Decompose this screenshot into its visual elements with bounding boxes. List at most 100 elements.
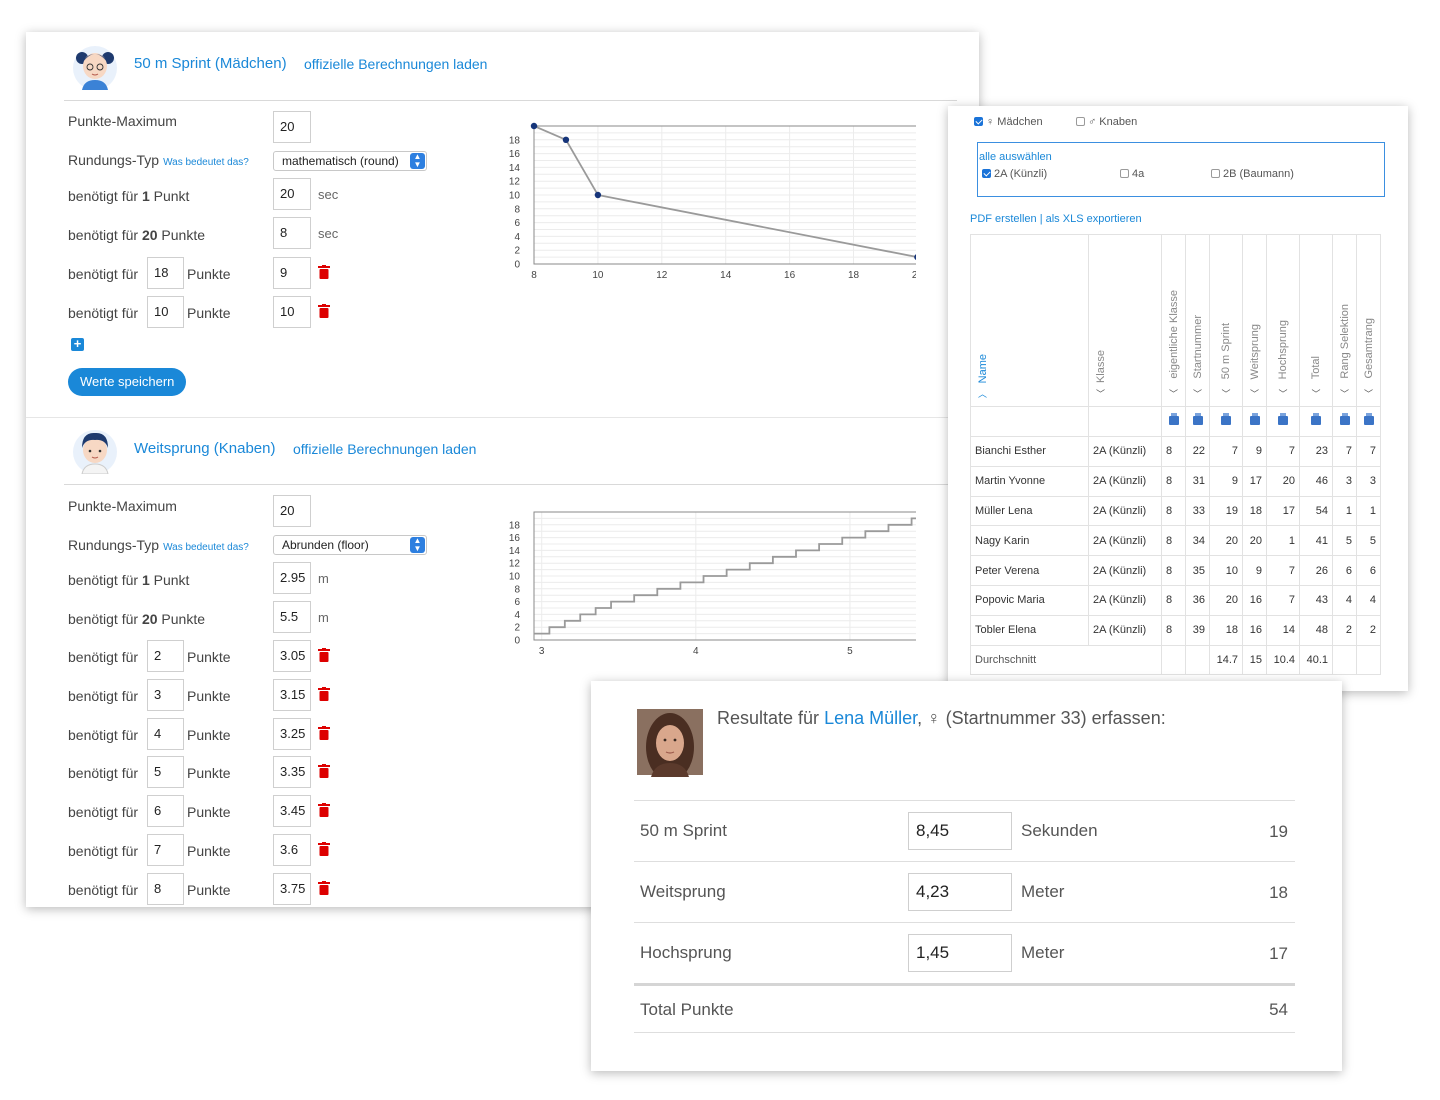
class-option[interactable]: 2A (Künzli): [982, 168, 1047, 180]
print-icon[interactable]: [1168, 412, 1179, 425]
series-line: [534, 517, 916, 635]
print-icon[interactable]: [1339, 412, 1350, 425]
sort-down-icon[interactable]: ﹀: [1162, 387, 1185, 400]
print-icon[interactable]: [1278, 412, 1288, 425]
points-input[interactable]: 3: [147, 678, 184, 711]
sort-down-icon[interactable]: ﹀: [1210, 387, 1242, 400]
trash-icon[interactable]: [318, 803, 330, 818]
value-input[interactable]: 3.25: [273, 717, 311, 750]
table-cell: 17: [1266, 495, 1300, 527]
sprint-section-title[interactable]: 50 m Sprint (Mädchen): [134, 55, 287, 72]
table-row[interactable]: Peter Verena 2A (Künzli) 8 35 10 9 7 26 6 6: [970, 555, 1381, 586]
points-input[interactable]: 2: [147, 640, 184, 672]
link-separator: |: [1039, 213, 1043, 225]
pdf-export-link[interactable]: PDF erstellen: [970, 213, 1037, 225]
checkbox-icon[interactable]: [1211, 169, 1220, 178]
points-input[interactable]: 5: [147, 756, 184, 789]
trash-icon[interactable]: [318, 842, 330, 856]
trash-icon[interactable]: [318, 725, 330, 740]
trash-icon[interactable]: [318, 764, 330, 779]
max-point-input[interactable]: 8: [273, 217, 311, 249]
add-row-button[interactable]: +: [71, 337, 84, 351]
select-all-link[interactable]: alle auswählen: [979, 151, 1052, 163]
student-name-link[interactable]: Lena Müller: [824, 708, 917, 728]
table-row[interactable]: Martin Yvonne 2A (Künzli) 8 31 9 17 20 46 3 3: [970, 465, 1381, 497]
sort-down-icon[interactable]: ﹀: [1243, 387, 1266, 400]
filter-boys[interactable]: ♂ Knaben: [1076, 116, 1137, 128]
max-points-input[interactable]: 20: [273, 495, 311, 527]
points-input[interactable]: 18: [147, 257, 184, 289]
checkbox-checked-icon[interactable]: [974, 117, 983, 126]
rounding-type-select[interactable]: mathematisch (round) ▲ ▼: [273, 151, 427, 171]
save-values-button[interactable]: Werte speichern: [68, 368, 187, 396]
points-input[interactable]: 8: [147, 872, 184, 905]
points-input[interactable]: 7: [147, 834, 184, 866]
table-row[interactable]: Tobler Elena 2A (Künzli) 8 39 18 16 14 48 2 2: [970, 614, 1381, 646]
sort-up-icon[interactable]: ︿: [971, 387, 1088, 400]
points-input[interactable]: 10: [147, 295, 184, 328]
trash-icon[interactable]: [318, 265, 330, 279]
col-header-actual-class[interactable]: eigentliche Klasse ﹀: [1161, 234, 1186, 407]
print-icon[interactable]: [1192, 412, 1203, 425]
max-points-input[interactable]: 20: [273, 111, 311, 143]
y-tick-label: 2: [514, 623, 520, 634]
sprint-load-official-link[interactable]: offizielle Berechnungen laden: [304, 56, 487, 72]
max-point-input[interactable]: 5.5: [273, 601, 311, 633]
rounding-help-link[interactable]: Was bedeutet das?: [163, 157, 249, 168]
col-header-highjump[interactable]: Hochsprung ﹀: [1266, 234, 1300, 407]
print-icon[interactable]: [1221, 412, 1231, 425]
one-point-input[interactable]: 2.95: [273, 562, 311, 594]
col-header-start-number[interactable]: Startnummer ﹀: [1185, 234, 1210, 407]
value-input[interactable]: 3.15: [273, 678, 311, 711]
xls-export-link[interactable]: als XLS exportieren: [1046, 213, 1142, 225]
longjump-load-official-link[interactable]: offizielle Berechnungen laden: [293, 441, 476, 457]
print-icon[interactable]: [1363, 412, 1374, 425]
checkbox-checked-icon[interactable]: [982, 169, 991, 178]
table-row[interactable]: Bianchi Esther 2A (Künzli) 8 22 7 9 7 23 7 7: [970, 436, 1381, 467]
col-header-total[interactable]: Total ﹀: [1299, 234, 1333, 407]
sort-down-icon[interactable]: ﹀: [1300, 387, 1332, 400]
class-option[interactable]: 2B (Baumann): [1211, 168, 1294, 180]
checkbox-icon[interactable]: [1076, 117, 1085, 126]
value-input[interactable]: 3.75: [273, 872, 311, 905]
rounding-type-select[interactable]: Abrunden (floor) ▲ ▼: [273, 535, 427, 555]
col-header-name[interactable]: Name ︿: [970, 234, 1089, 407]
rounding-help-link[interactable]: Was bedeutet das?: [163, 542, 249, 553]
col-header-rank-selection[interactable]: Rang Selektion ﹀: [1332, 234, 1357, 407]
trash-icon[interactable]: [318, 880, 330, 895]
result-input[interactable]: 4,23: [908, 873, 1012, 911]
points-input[interactable]: 4: [147, 717, 184, 750]
sort-down-icon[interactable]: ﹀: [1267, 387, 1299, 400]
sort-down-icon[interactable]: ﹀: [1186, 387, 1209, 400]
value-input[interactable]: 10: [273, 295, 311, 328]
value-input[interactable]: 3.05: [273, 640, 311, 672]
col-header-class[interactable]: Klasse ﹀: [1088, 234, 1162, 407]
value-input[interactable]: 3.45: [273, 795, 311, 828]
result-input[interactable]: 1,45: [908, 934, 1012, 972]
longjump-section-title[interactable]: Weitsprung (Knaben): [134, 440, 275, 457]
table-row[interactable]: Nagy Karin 2A (Künzli) 8 34 20 20 1 41 5 5: [970, 525, 1381, 557]
sort-down-icon[interactable]: ﹀: [1333, 387, 1356, 400]
table-row[interactable]: Müller Lena 2A (Künzli) 8 33 19 18 17 54 1 1: [970, 495, 1381, 527]
filter-girls[interactable]: ♀ Mädchen: [974, 116, 1043, 128]
value-input[interactable]: 3.6: [273, 834, 311, 866]
result-input[interactable]: 8,45: [908, 812, 1012, 850]
sort-down-icon[interactable]: ﹀: [1089, 387, 1161, 400]
print-icon[interactable]: [1311, 412, 1321, 425]
class-option[interactable]: 4a: [1120, 168, 1144, 180]
results-table: Name ︿ Klasse ﹀ eigentliche Klasse ﹀ Startn…: [970, 234, 1381, 676]
col-header-sprint[interactable]: 50 m Sprint ﹀: [1209, 234, 1243, 407]
points-input[interactable]: 6: [147, 795, 184, 828]
value-input[interactable]: 9: [273, 257, 311, 289]
col-header-longjump[interactable]: Weitsprung ﹀: [1242, 234, 1267, 407]
print-icon[interactable]: [1249, 412, 1260, 425]
table-row[interactable]: Popovic Maria 2A (Künzli) 8 36 20 16 7 43 4 4: [970, 584, 1381, 616]
one-point-input[interactable]: 20: [273, 178, 311, 210]
trash-icon[interactable]: [318, 303, 330, 318]
trash-icon[interactable]: [318, 686, 330, 701]
sort-down-icon[interactable]: ﹀: [1357, 387, 1380, 400]
value-input[interactable]: 3.35: [273, 756, 311, 789]
col-header-overall-rank[interactable]: Gesamtrang ﹀: [1356, 234, 1381, 407]
checkbox-icon[interactable]: [1120, 169, 1129, 178]
trash-icon[interactable]: [318, 648, 330, 662]
